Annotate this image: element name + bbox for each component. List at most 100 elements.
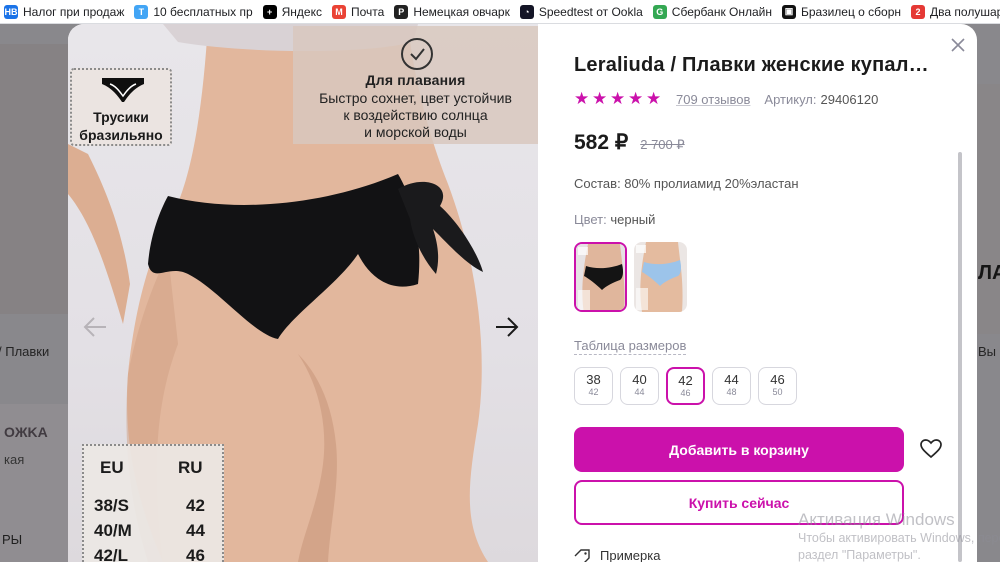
size-option[interactable]: 46 50 (758, 367, 797, 405)
bookmark-item[interactable]: G Сбербанк Онлайн (649, 0, 778, 23)
bookmark-item[interactable]: M Почта (328, 0, 390, 23)
bikini-type-badge: Трусики бразильяно (70, 68, 172, 146)
current-price: 582 ₽ (574, 131, 629, 154)
article-label: Артикул: (764, 91, 817, 107)
heart-icon (920, 439, 942, 459)
bookmark-label: Почта (350, 4, 385, 19)
tag-icon (574, 548, 590, 562)
swim-feature-title: Для плавания (365, 72, 466, 88)
modal-scrollbar[interactable] (958, 152, 962, 562)
bookmark-item[interactable]: 2 Два полушар (907, 0, 1000, 23)
size-table-link[interactable]: Таблица размеров (574, 338, 687, 355)
size-chart-eu-value: 40/M (94, 521, 132, 540)
product-photo: Трусики бразильяно Для плавания Быстро с… (68, 24, 538, 562)
size-chart-eu-value: 38/S (94, 496, 129, 515)
star-icon: ★ (610, 89, 626, 108)
watermark-title: Активация Windows (798, 510, 955, 529)
bookmark-item[interactable]: НВ Налог при продаж (0, 0, 130, 23)
swim-feature-description: Быстро сохнет, цвет устойчив к воздейств… (319, 90, 512, 140)
bookmark-item[interactable]: + Яндекс (259, 0, 328, 23)
google-icon: G (652, 4, 667, 19)
size-ru-label: 48 (726, 387, 737, 397)
fitting-info: Примерка (574, 548, 660, 562)
color-row: Цвет: черный (574, 212, 655, 227)
bookmark-item[interactable]: ▣ Бразилец о сборн (778, 0, 907, 23)
size-chart-ru-value: 44 (186, 521, 205, 540)
watermark-line-3: раздел "Параметры". (798, 548, 921, 562)
bookmark-label: Speedtest от Ookla (538, 4, 643, 19)
bookmark-item[interactable]: ◔ Speedtest от Ookla (516, 0, 649, 23)
size-eu-label: 46 (770, 372, 785, 387)
sports-icon: ▣ (782, 4, 796, 19)
p-letter-icon: P (394, 4, 409, 19)
windows-activation-watermark: Активация Windows Чтобы активировать Win… (798, 510, 1000, 562)
checkmark-icon (401, 38, 433, 70)
color-value: черный (610, 212, 656, 227)
color-options (574, 242, 694, 312)
star-icon: ★ (628, 89, 644, 108)
next-photo-button[interactable] (494, 316, 524, 346)
arrow-right-icon (496, 317, 519, 337)
swim-feature-badge: Для плавания Быстро сохнет, цвет устойчи… (293, 26, 538, 144)
favorite-button[interactable] (919, 437, 943, 461)
color-label: Цвет: (574, 212, 607, 227)
size-option[interactable]: 38 42 (574, 367, 613, 405)
color-option-black[interactable] (574, 242, 627, 312)
size-eu-label: 42 (678, 373, 693, 388)
prev-photo-button[interactable] (82, 316, 112, 346)
product-quick-view-modal: Трусики бразильяно Для плавания Быстро с… (68, 24, 977, 562)
speedtest-icon: ◔ (519, 4, 534, 19)
bookmark-label: Яндекс (281, 4, 322, 19)
old-price: 2 700 ₽ (640, 137, 685, 152)
product-title: Leraliuda / Плавки женские купальные (574, 54, 939, 76)
size-ru-label: 44 (634, 387, 645, 397)
bookmark-label: 10 бесплатных пр (153, 4, 253, 19)
size-chart-ru-value: 46 (186, 546, 205, 562)
bikini-type-label: Трусики бразильяно (79, 109, 163, 143)
fitting-label: Примерка (600, 548, 661, 562)
article-value: 29406120 (820, 91, 879, 107)
size-selector: 38 42 40 44 42 46 44 48 46 50 (574, 367, 804, 405)
bikini-icon (102, 78, 144, 102)
size-eu-label: 44 (724, 372, 739, 387)
size-chart-header-eu: EU (100, 458, 124, 477)
gmail-icon: M (331, 4, 346, 19)
size-option[interactable]: 42 46 (666, 367, 705, 405)
reviews-link[interactable]: 709 отзывов (676, 92, 750, 107)
bookmark-label: Немецкая овчарк (413, 4, 510, 19)
bookmark-label: Налог при продаж (23, 4, 125, 19)
rating-row: ★ ★ ★ ★ ★ 709 отзывов Артикул: 29406120 (574, 90, 878, 108)
bookmark-label: Два полушар (930, 4, 1000, 19)
size-eu-label: 38 (586, 372, 601, 387)
bookmark-item[interactable]: P Немецкая овчарк (390, 0, 516, 23)
close-icon (951, 38, 965, 52)
size-option[interactable]: 40 44 (620, 367, 659, 405)
size-chart-ru-value: 42 (186, 496, 205, 515)
star-icon: ★ (574, 89, 590, 108)
size-eu-label: 40 (632, 372, 647, 387)
color-option-light-blue[interactable] (634, 242, 687, 312)
bookmark-label: Сбербанк Онлайн (671, 4, 772, 19)
size-ru-label: 50 (772, 387, 783, 397)
fb-like-icon: T (134, 4, 149, 19)
yandex-plus-icon: + (262, 4, 277, 19)
two-hemispheres-icon: 2 (911, 4, 926, 19)
arrow-left-icon (83, 317, 106, 337)
nalog-icon: НВ (4, 4, 18, 19)
composition-text: Состав: 80% пролиамид 20%эластан (574, 176, 799, 191)
star-icon: ★ (592, 89, 608, 108)
photo-size-chart: EU RU 38/S 42 40/M 44 42/L 46 (82, 444, 224, 562)
rating-stars: ★ ★ ★ ★ ★ (574, 89, 664, 108)
bookmark-item[interactable]: T 10 бесплатных пр (130, 0, 258, 23)
size-ru-label: 42 (588, 387, 599, 397)
watermark-line-2: Чтобы активировать Windows, перейдите в (798, 531, 1000, 545)
add-to-cart-button[interactable]: Добавить в корзину (574, 427, 904, 472)
bookmark-label: Бразилец о сборн (801, 4, 902, 19)
bookmarks-bar: НВ Налог при продаж T 10 бесплатных пр + Янде… (0, 0, 1000, 24)
product-info-panel: Leraliuda / Плавки женские купальные ★ ★ ★… (574, 24, 977, 562)
size-option[interactable]: 44 48 (712, 367, 751, 405)
size-chart-eu-value: 42/L (94, 546, 129, 562)
star-icon: ★ (646, 89, 662, 108)
size-chart-header-ru: RU (178, 458, 203, 477)
close-modal-button[interactable] (947, 34, 969, 56)
